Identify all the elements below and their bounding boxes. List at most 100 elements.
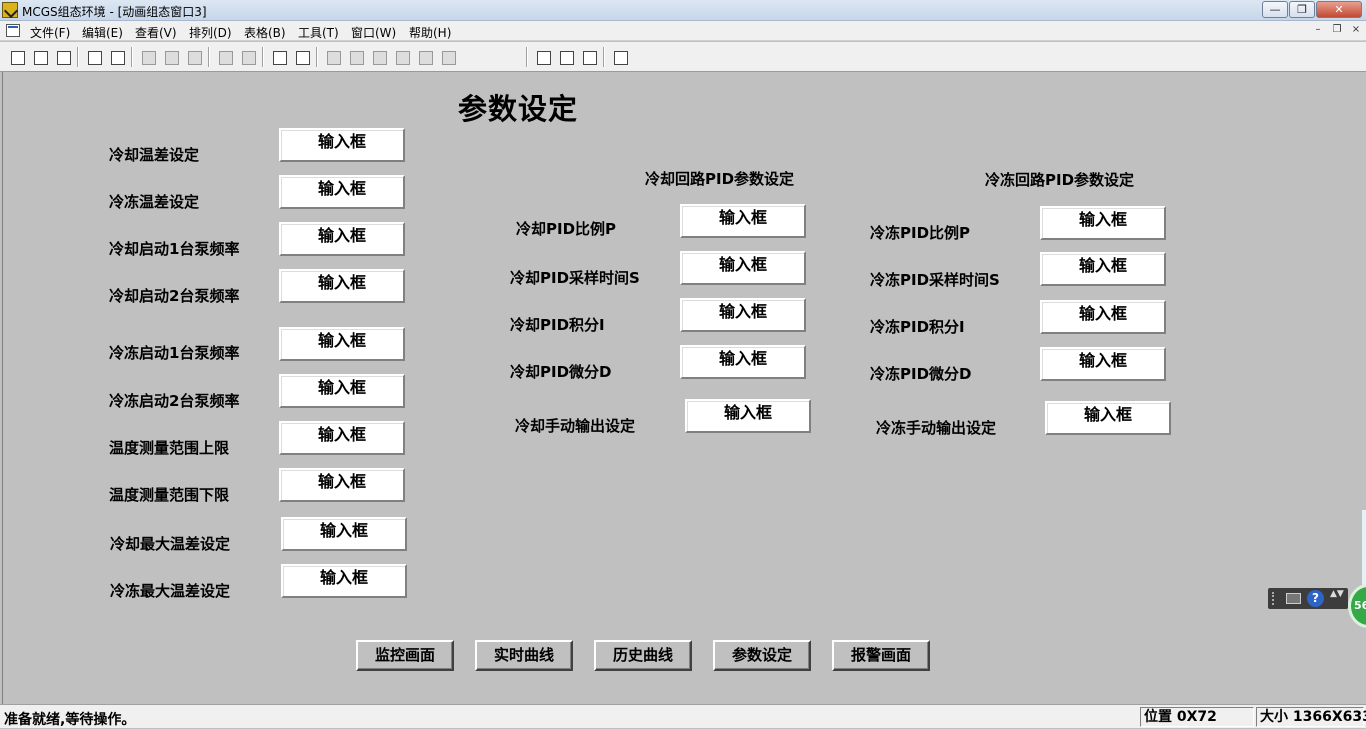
label-freezing-temp-diff: 冷冻温差设定 <box>109 193 200 211</box>
open-icon[interactable] <box>30 47 50 67</box>
document-window-icon[interactable] <box>6 24 20 37</box>
toolbar-separator <box>526 47 528 67</box>
window-properties-icon[interactable] <box>292 47 312 67</box>
label-cooling-manual-output: 冷却手动输出设定 <box>515 417 636 435</box>
cut-icon[interactable] <box>138 47 158 67</box>
label-cooling-pid-sample-time: 冷却PID采样时间S <box>510 269 640 287</box>
input-cooling-pid-sample-time[interactable]: 输入框 <box>680 251 806 285</box>
nav-monitor-button[interactable]: 监控画面 <box>356 640 454 671</box>
label-freezing-pid-p: 冷冻PID比例P <box>870 224 971 242</box>
input-freezing-pump2-freq[interactable]: 输入框 <box>279 374 405 408</box>
label-freezing-pid-sample-time: 冷冻PID采样时间S <box>870 271 1000 289</box>
context-help-icon[interactable] <box>610 47 630 67</box>
status-message: 准备就绪,等待操作。 <box>4 712 136 728</box>
fill-icon[interactable] <box>369 47 389 67</box>
nav-realtime-curve-button[interactable]: 实时曲线 <box>475 640 573 671</box>
draw-icon[interactable] <box>323 47 343 67</box>
keyboard-icon[interactable] <box>1286 593 1301 604</box>
label-freezing-pump1-freq: 冷冻启动1台泵频率 <box>109 344 240 362</box>
mdi-close-button[interactable]: × <box>1348 23 1364 38</box>
toolbar-separator <box>316 47 318 67</box>
new-window-icon[interactable] <box>7 47 27 67</box>
sort-icon[interactable] <box>579 47 599 67</box>
expand-arrows-icon[interactable]: ▲▼ <box>1330 590 1344 606</box>
save-icon[interactable] <box>53 47 73 67</box>
menu-view[interactable]: 查看(V) <box>135 24 177 41</box>
input-cooling-pid-p[interactable]: 输入框 <box>680 204 806 238</box>
undo-icon[interactable] <box>215 47 235 67</box>
toolbar-separator <box>262 47 264 67</box>
input-cooling-manual-output[interactable]: 输入框 <box>685 399 811 433</box>
redo-icon[interactable] <box>238 47 258 67</box>
nav-parameter-settings-button[interactable]: 参数设定 <box>713 640 811 671</box>
animation-canvas <box>2 72 1364 704</box>
label-freezing-pid-d: 冷冻PID微分D <box>870 365 972 383</box>
close-button[interactable]: ✕ <box>1316 1 1362 18</box>
input-cooling-pump2-freq[interactable]: 输入框 <box>279 269 405 303</box>
label-freezing-pump2-freq: 冷冻启动2台泵频率 <box>109 392 240 410</box>
input-freezing-pump1-freq[interactable]: 输入框 <box>279 327 405 361</box>
toolbar-separator <box>208 47 210 67</box>
menu-file[interactable]: 文件(F) <box>30 24 70 41</box>
input-freezing-pid-i[interactable]: 输入框 <box>1040 300 1166 334</box>
label-cooling-pump1-freq: 冷却启动1台泵频率 <box>109 240 240 258</box>
label-cooling-pid-i: 冷却PID积分I <box>510 316 605 334</box>
label-cooling-pid-p: 冷却PID比例P <box>516 220 617 238</box>
title-bar: MCGS组态环境 - [动画组态窗口3] — ❐ ✕ <box>0 0 1366 21</box>
toolbar-separator <box>77 47 79 67</box>
tools-icon[interactable] <box>269 47 289 67</box>
label-freezing-pid-i: 冷冻PID积分I <box>870 318 965 336</box>
menu-arrange[interactable]: 排列(D) <box>189 24 232 41</box>
input-freezing-pid-d[interactable]: 输入框 <box>1040 347 1166 381</box>
cooling-pid-section-title: 冷却回路PID参数设定 <box>645 170 795 188</box>
input-cooling-pid-d[interactable]: 输入框 <box>680 345 806 379</box>
input-freezing-temp-diff[interactable]: 输入框 <box>279 175 405 209</box>
input-cooling-pump1-freq[interactable]: 输入框 <box>279 222 405 256</box>
properties-icon[interactable] <box>533 47 553 67</box>
align-icon[interactable] <box>438 47 458 67</box>
line-style-icon[interactable] <box>415 47 435 67</box>
mdi-minimize-button[interactable]: – <box>1310 23 1326 38</box>
nav-alarm-button[interactable]: 报警画面 <box>832 640 930 671</box>
font-icon[interactable] <box>392 47 412 67</box>
freezing-pid-section-title: 冷冻回路PID参数设定 <box>985 171 1135 189</box>
input-freezing-pid-sample-time[interactable]: 输入框 <box>1040 252 1166 286</box>
status-size: 大小 1366X633 <box>1256 707 1366 727</box>
minimize-button[interactable]: — <box>1262 1 1288 18</box>
input-freezing-manual-output[interactable]: 输入框 <box>1045 401 1171 435</box>
label-freezing-manual-output: 冷冻手动输出设定 <box>876 419 997 437</box>
drag-handle-icon[interactable] <box>1272 592 1278 605</box>
input-temp-range-lower[interactable]: 输入框 <box>279 468 405 502</box>
input-temp-range-upper[interactable]: 输入框 <box>279 421 405 455</box>
input-freezing-max-temp-diff[interactable]: 输入框 <box>281 564 407 598</box>
page-title: 参数设定 <box>458 92 579 126</box>
print-preview-icon[interactable] <box>107 47 127 67</box>
menu-window[interactable]: 窗口(W) <box>351 24 396 41</box>
label-cooling-temp-diff: 冷却温差设定 <box>109 146 200 164</box>
mdi-restore-button[interactable]: ❐ <box>1329 23 1345 38</box>
nav-history-curve-button[interactable]: 历史曲线 <box>594 640 692 671</box>
input-cooling-max-temp-diff[interactable]: 输入框 <box>281 517 407 551</box>
ime-toolbar[interactable]: ? ▲▼ <box>1268 588 1348 609</box>
edit-shape-icon[interactable] <box>346 47 366 67</box>
paste-icon[interactable] <box>184 47 204 67</box>
input-cooling-pid-i[interactable]: 输入框 <box>680 298 806 332</box>
mcgs-app-icon[interactable] <box>2 2 18 18</box>
check-icon[interactable] <box>556 47 576 67</box>
input-cooling-temp-diff[interactable]: 输入框 <box>279 128 405 162</box>
copy-icon[interactable] <box>161 47 181 67</box>
maximize-button[interactable]: ❐ <box>1289 1 1315 18</box>
menu-table[interactable]: 表格(B) <box>244 24 286 41</box>
status-bar: 准备就绪,等待操作。 位置 0X72 大小 1366X633 <box>0 704 1366 728</box>
menu-help[interactable]: 帮助(H) <box>409 24 451 41</box>
status-position: 位置 0X72 <box>1140 707 1254 727</box>
menu-tools[interactable]: 工具(T) <box>298 24 339 41</box>
menu-edit[interactable]: 编辑(E) <box>82 24 123 41</box>
label-cooling-pid-d: 冷却PID微分D <box>510 363 612 381</box>
window-title: MCGS组态环境 - [动画组态窗口3] <box>22 5 207 19</box>
input-freezing-pid-p[interactable]: 输入框 <box>1040 206 1166 240</box>
help-icon[interactable]: ? <box>1307 590 1324 607</box>
print-icon[interactable] <box>84 47 104 67</box>
toolbar <box>0 42 1366 72</box>
toolbar-separator <box>603 47 605 67</box>
